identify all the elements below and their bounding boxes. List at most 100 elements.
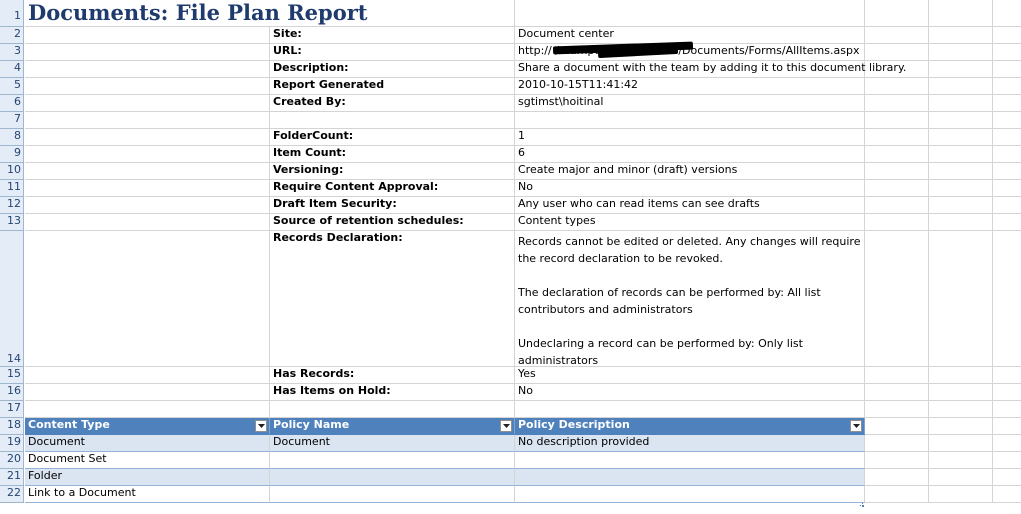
cell[interactable]: [993, 486, 1021, 503]
cell[interactable]: [25, 384, 270, 401]
cell[interactable]: [25, 163, 270, 180]
cell[interactable]: [929, 78, 993, 95]
cell[interactable]: [929, 129, 993, 146]
cell[interactable]: [865, 367, 929, 384]
cell[interactable]: [25, 61, 270, 78]
row-header[interactable]: 14: [0, 231, 24, 367]
property-label[interactable]: Description:: [270, 61, 515, 78]
filter-dropdown-icon[interactable]: [255, 420, 267, 432]
cell[interactable]: [993, 384, 1021, 401]
cell[interactable]: [515, 401, 865, 418]
cell[interactable]: [25, 180, 270, 197]
content-type-cell[interactable]: Document Set: [25, 452, 270, 469]
row-header[interactable]: 13: [0, 214, 24, 231]
content-type-cell[interactable]: Folder: [25, 469, 270, 486]
cell[interactable]: [929, 180, 993, 197]
cell[interactable]: [993, 146, 1021, 163]
cell[interactable]: [25, 44, 270, 61]
row-header[interactable]: 7: [0, 112, 24, 129]
property-label[interactable]: Has Items on Hold:: [270, 384, 515, 401]
cell[interactable]: [865, 112, 929, 129]
property-label[interactable]: Require Content Approval:: [270, 180, 515, 197]
property-label[interactable]: Versioning:: [270, 163, 515, 180]
cell[interactable]: [993, 95, 1021, 112]
cell[interactable]: [865, 452, 929, 469]
row-header[interactable]: 21: [0, 469, 24, 486]
cell[interactable]: [25, 214, 270, 231]
cell[interactable]: [865, 384, 929, 401]
cell[interactable]: [929, 197, 993, 214]
cell[interactable]: [865, 78, 929, 95]
row-header[interactable]: 4: [0, 61, 24, 78]
cell[interactable]: [929, 112, 993, 129]
row-header[interactable]: 12: [0, 197, 24, 214]
cell[interactable]: [25, 231, 270, 367]
property-value[interactable]: No: [515, 384, 865, 401]
cell[interactable]: [865, 435, 929, 452]
cell[interactable]: [993, 401, 1021, 418]
cell[interactable]: [993, 197, 1021, 214]
cell[interactable]: [865, 44, 929, 61]
row-header[interactable]: 16: [0, 384, 24, 401]
row-header[interactable]: 1: [0, 0, 24, 27]
property-value[interactable]: sgtimst\hoitinal: [515, 95, 865, 112]
cell[interactable]: [929, 469, 993, 486]
cell[interactable]: [993, 435, 1021, 452]
row-header[interactable]: 17: [0, 401, 24, 418]
cell[interactable]: [865, 401, 929, 418]
cell[interactable]: [865, 146, 929, 163]
cell[interactable]: [929, 44, 993, 61]
cell[interactable]: [993, 27, 1021, 44]
cell[interactable]: [929, 367, 993, 384]
cell[interactable]: [25, 146, 270, 163]
cell[interactable]: [865, 469, 929, 486]
cell[interactable]: [25, 27, 270, 44]
cell[interactable]: [865, 27, 929, 44]
property-label[interactable]: Site:: [270, 27, 515, 44]
property-value[interactable]: No: [515, 180, 865, 197]
cell[interactable]: [929, 214, 993, 231]
cell[interactable]: [993, 44, 1021, 61]
cell[interactable]: [929, 418, 993, 435]
policy-name-cell[interactable]: [270, 452, 515, 469]
cell[interactable]: [865, 61, 929, 78]
row-header[interactable]: 6: [0, 95, 24, 112]
cell[interactable]: [993, 112, 1021, 129]
row-header[interactable]: 20: [0, 452, 24, 469]
cell[interactable]: [25, 129, 270, 146]
row-header[interactable]: 5: [0, 78, 24, 95]
row-header[interactable]: 2: [0, 27, 24, 44]
filter-dropdown-icon[interactable]: [850, 420, 862, 432]
cell[interactable]: [929, 384, 993, 401]
row-header[interactable]: 11: [0, 180, 24, 197]
property-label[interactable]: Item Count:: [270, 146, 515, 163]
property-label[interactable]: Has Records:: [270, 367, 515, 384]
property-value[interactable]: Share a document with the team by adding…: [515, 61, 906, 78]
property-value[interactable]: Yes: [515, 367, 865, 384]
cell[interactable]: [865, 163, 929, 180]
policy-name-cell[interactable]: Document: [270, 435, 515, 452]
table-resize-handle-icon[interactable]: [858, 497, 864, 507]
cell[interactable]: [929, 435, 993, 452]
row-header[interactable]: 9: [0, 146, 24, 163]
cell[interactable]: [25, 78, 270, 95]
cell[interactable]: [993, 163, 1021, 180]
property-label[interactable]: URL:: [270, 44, 515, 61]
filter-dropdown-icon[interactable]: [500, 420, 512, 432]
property-label[interactable]: Records Declaration:: [270, 231, 515, 367]
property-label[interactable]: Draft Item Security:: [270, 197, 515, 214]
policy-description-cell[interactable]: [515, 469, 865, 486]
row-header[interactable]: 19: [0, 435, 24, 452]
cell[interactable]: [865, 418, 929, 435]
cell[interactable]: [993, 469, 1021, 486]
content-type-cell[interactable]: Document: [25, 435, 270, 452]
policy-name-cell[interactable]: [270, 469, 515, 486]
policy-name-cell[interactable]: [270, 486, 515, 503]
property-value[interactable]: Any user who can read items can see draf…: [515, 197, 865, 214]
cell[interactable]: [993, 231, 1021, 367]
cell[interactable]: [25, 197, 270, 214]
cell[interactable]: [270, 401, 515, 418]
column-header-policy-description[interactable]: Policy Description: [515, 418, 865, 435]
property-label[interactable]: [270, 112, 515, 129]
property-label[interactable]: Created By:: [270, 95, 515, 112]
